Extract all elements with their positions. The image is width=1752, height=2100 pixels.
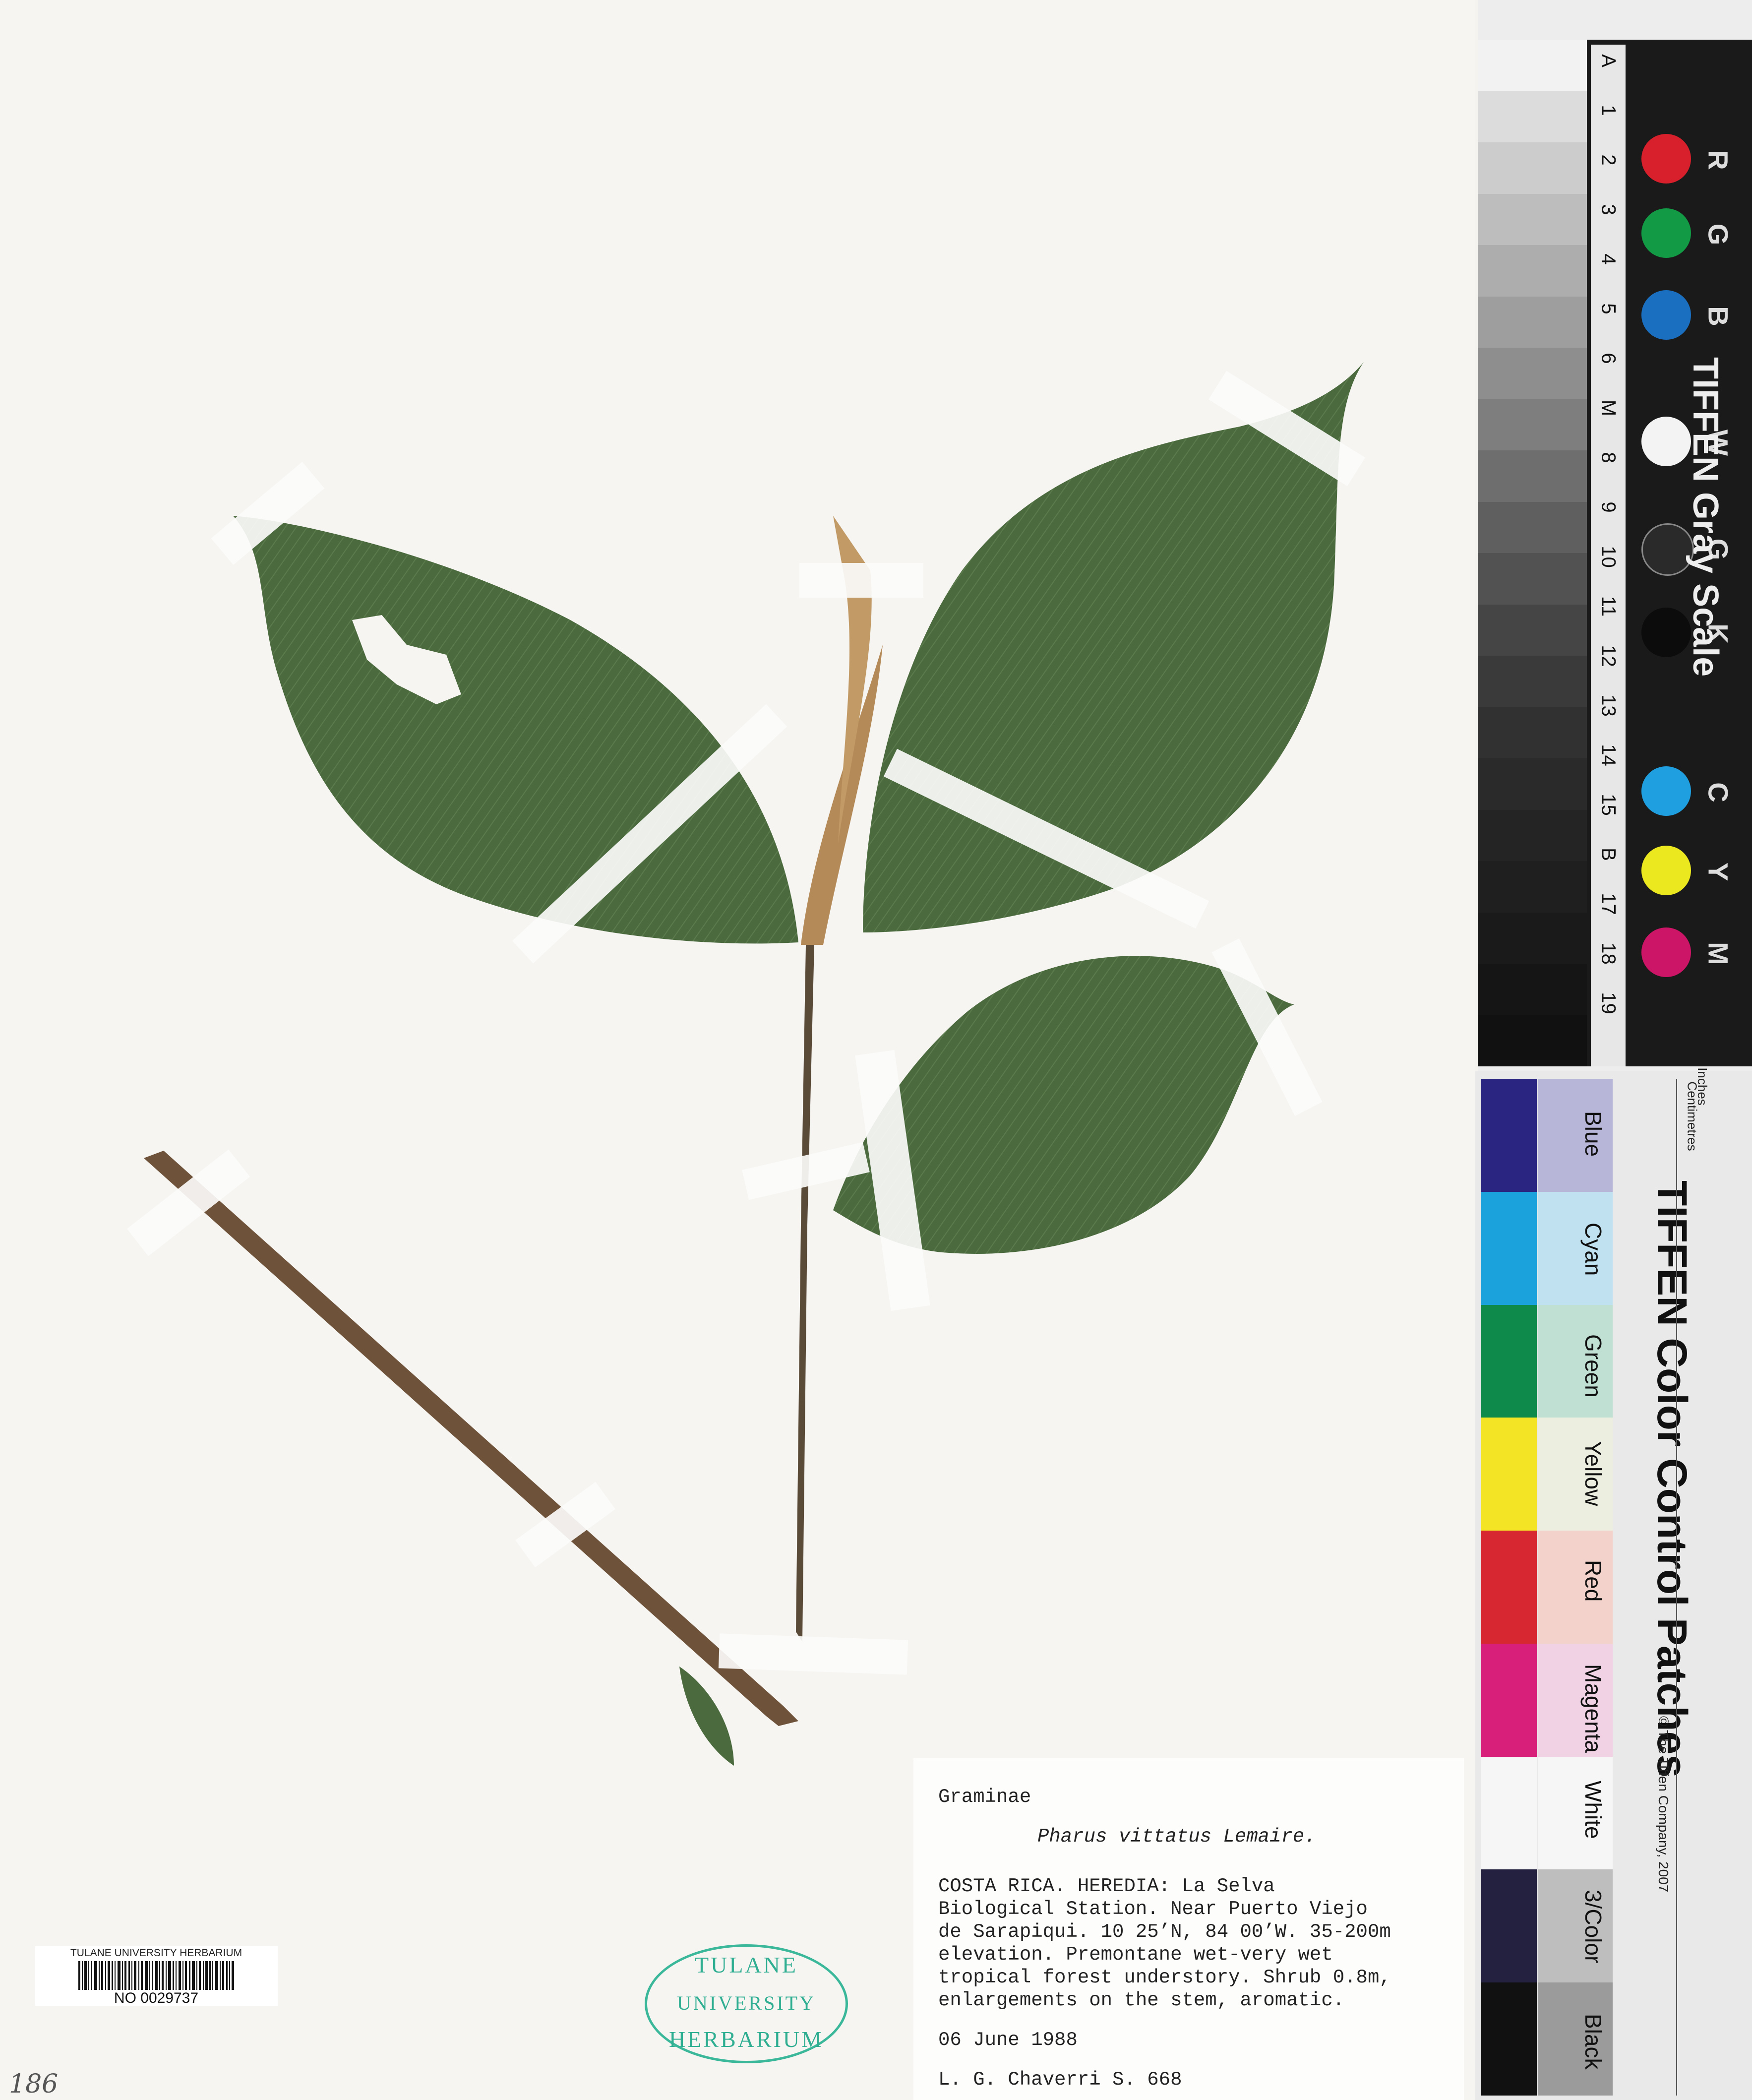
cyan-dot (1641, 766, 1691, 816)
stamp-line-2: UNIVERSITY (677, 1992, 816, 2014)
gray-scale-ruler: A 1 2 3 4 5 6 M 8 9 10 11 12 13 14 15 B … (1591, 45, 1626, 1066)
stamp-line-3: HERBARIUM (668, 2027, 824, 2052)
patch-label-blue: Blue (1580, 1111, 1606, 1157)
black-dot (1641, 608, 1691, 657)
collector: L. G. Chaverri S. 668 (938, 2069, 1182, 2091)
dot-letter: R (1702, 150, 1734, 170)
barcode-number: NO 0029737 (114, 1990, 199, 2006)
stamp-line-1: TULANE (695, 1952, 798, 1977)
color-control-copyright: © The Tiffen Company, 2007 (1656, 1716, 1671, 1893)
locality-line: tropical forest understory. Shrub 0.8m, (938, 1967, 1391, 1988)
patch-label-black: Black (1580, 2014, 1606, 2070)
patch-label-yellow: Yellow (1580, 1441, 1606, 1506)
locality-line: Biological Station. Near Puerto Viejo (938, 1898, 1368, 1920)
barcode-image (78, 1961, 234, 1990)
green-dot (1641, 208, 1691, 258)
species-name: Pharus vittatus Lemaire. (1037, 1826, 1316, 1848)
patch-label-green: Green (1580, 1334, 1606, 1398)
dot-letter: Y (1702, 862, 1734, 881)
patch-label-white: White (1580, 1781, 1606, 1839)
handwritten-note: 186 (9, 2069, 59, 2099)
magenta-dot (1641, 927, 1691, 977)
specimen-label: Graminae Pharus vittatus Lemaire. COSTA … (913, 1758, 1464, 2100)
dot-letter: M (1702, 942, 1734, 965)
lower-branch (144, 1151, 798, 1726)
main-stem (796, 945, 814, 1642)
barcode-label: TULANE UNIVERSITY HERBARIUM NO 0029737 (35, 1946, 278, 2006)
red-dot (1641, 134, 1691, 184)
lower-branch-leaf (679, 1667, 734, 1766)
barcode-institution: TULANE UNIVERSITY HERBARIUM (70, 1947, 242, 1959)
family-name: Graminae (938, 1786, 1031, 1808)
dot-letter: G (1702, 223, 1734, 246)
locality-line: enlargements on the stem, aromatic. (938, 1989, 1345, 2011)
patch-label-3color: 3/Color (1580, 1890, 1606, 1964)
collection-date: 06 June 1988 (938, 2029, 1078, 2051)
gray-scale-card: A 1 2 3 4 5 6 M 8 9 10 11 12 13 14 15 B … (1478, 0, 1752, 1071)
yellow-dot (1641, 846, 1691, 895)
patch-label-red: Red (1580, 1560, 1606, 1602)
locality-line: elevation. Premontane wet-very wet (938, 1944, 1333, 1966)
patch-label-magenta: Magenta (1580, 1664, 1606, 1753)
locality-line: COSTA RICA. HEREDIA: La Selva (938, 1875, 1275, 1897)
leaf-upper-left (233, 516, 798, 944)
gray-scale-brand: TIFFEN Gray Scale (1686, 357, 1725, 677)
color-patches-saturated (1481, 1079, 1537, 2096)
gray-scale-steps (1478, 40, 1587, 1066)
patch-label-cyan: Cyan (1580, 1223, 1606, 1276)
dot-letter: C (1702, 782, 1734, 803)
herbarium-stamp: TULANE UNIVERSITY HERBARIUM (645, 1944, 848, 2063)
locality-line: de Sarapiqui. 10 25’N, 84 00’W. 35-200m (938, 1921, 1391, 1943)
dot-letter: B (1702, 306, 1734, 326)
blue-dot (1641, 290, 1691, 340)
white-dot (1641, 417, 1691, 466)
color-control-ruler: Inches Centimetres (1676, 1067, 1742, 2096)
